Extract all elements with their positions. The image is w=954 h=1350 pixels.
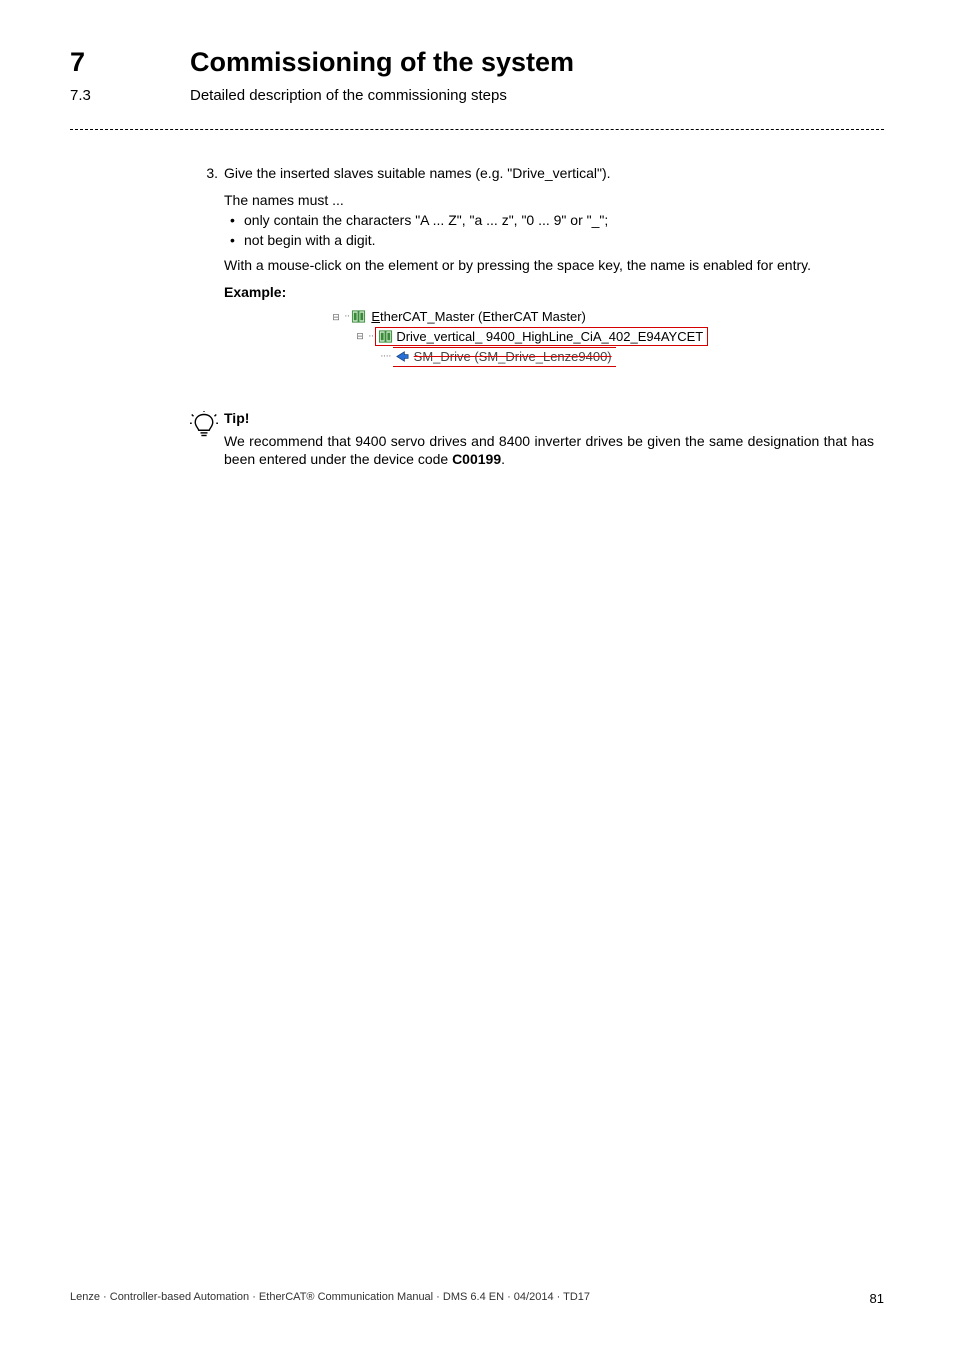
step-number: 3.	[190, 164, 224, 183]
names-intro: The names must ...	[224, 191, 874, 210]
section-header: 7.3 Detailed description of the commissi…	[70, 86, 884, 106]
page: 7 Commissioning of the system 7.3 Detail…	[0, 0, 954, 1350]
page-footer: Lenze · Controller-based Automation · Et…	[70, 1290, 884, 1308]
tip-text-part: We recommend that 9400 servo drives and …	[224, 433, 874, 468]
body-content: 3. Give the inserted slaves suitable nam…	[190, 164, 874, 470]
device-card-icon	[378, 329, 393, 344]
section-title: Detailed description of the commissionin…	[190, 86, 507, 106]
tree-grandchild: ···· SM_Drive (SM_Drive_Lenze9400)	[378, 347, 874, 367]
chapter-header: 7 Commissioning of the system	[70, 44, 884, 80]
separator-line	[70, 129, 884, 130]
drive-arrow-icon	[395, 349, 410, 364]
tip-lightbulb-icon	[190, 409, 224, 470]
mouse-click-paragraph: With a mouse-click on the element or by …	[224, 256, 874, 275]
rule-item: only contain the characters "A ... Z", "…	[230, 211, 874, 230]
tree-branch-icon: ··	[342, 309, 351, 324]
tree-child-highlighted: ⊟ ·· Drive_vertical_ 9400_HighLine_CiA_4…	[354, 327, 874, 347]
tip-body: Tip! We recommend that 9400 servo drives…	[224, 409, 874, 470]
tree-branch-icon: ··	[366, 329, 375, 344]
chapter-title: Commissioning of the system	[190, 44, 574, 80]
tree-root: ⊟ ·· EtherCAT_Master (EtherCAT Master)	[330, 308, 874, 326]
strike-box: SM_Drive (SM_Drive_Lenze9400)	[393, 347, 616, 367]
tree-grandchild-label: SM_Drive (SM_Drive_Lenze9400)	[414, 348, 612, 366]
expand-icon: ⊟	[330, 311, 342, 323]
tree-child-label: Drive_vertical_ 9400_HighLine_CiA_402_E9…	[396, 328, 703, 346]
tree-branch-icon: ····	[378, 349, 393, 364]
name-rules-list: only contain the characters "A ... Z", "…	[230, 211, 874, 250]
chapter-number: 7	[70, 44, 190, 80]
section-number: 7.3	[70, 86, 190, 106]
tree-root-label: therCAT_Master (EtherCAT Master)	[380, 308, 586, 326]
step-text: Give the inserted slaves suitable names …	[224, 164, 874, 183]
tip-text-part: .	[501, 451, 505, 467]
page-number: 81	[870, 1290, 884, 1308]
example-label: Example:	[224, 283, 874, 302]
tip-text: We recommend that 9400 servo drives and …	[224, 432, 874, 470]
tip-title: Tip!	[224, 409, 874, 428]
rule-item: not begin with a digit.	[230, 231, 874, 250]
tip-code: C00199	[452, 451, 501, 467]
highlight-box: Drive_vertical_ 9400_HighLine_CiA_402_E9…	[375, 327, 708, 347]
step-3: 3. Give the inserted slaves suitable nam…	[190, 164, 874, 183]
device-tree: ⊟ ·· EtherCAT_Master (EtherCAT Master) ⊟…	[330, 308, 874, 367]
tree-root-label-u: E	[371, 308, 380, 326]
expand-icon: ⊟	[354, 330, 366, 342]
device-card-icon	[351, 309, 366, 324]
tip-block: Tip! We recommend that 9400 servo drives…	[190, 409, 874, 470]
footer-left: Lenze · Controller-based Automation · Et…	[70, 1290, 590, 1308]
